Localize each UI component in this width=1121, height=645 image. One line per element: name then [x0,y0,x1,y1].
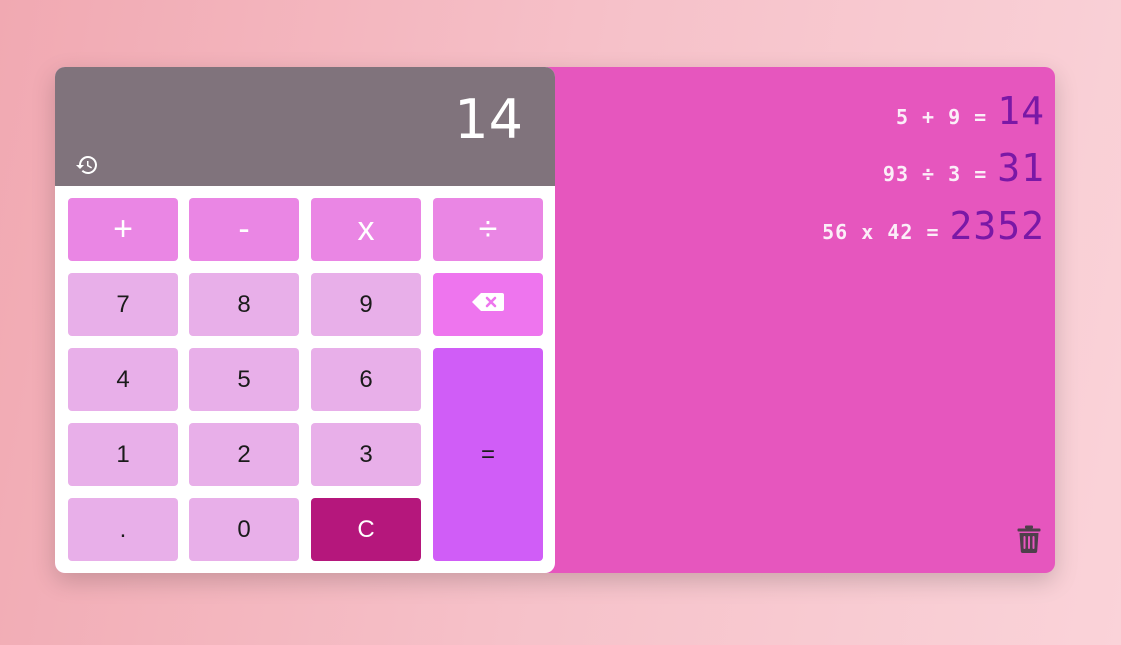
calculator-panel: 14 + - x ÷ 7 8 9 4 5 6 = 1 2 3 . 0 C [55,67,555,573]
digit-5-button[interactable]: 5 [189,348,299,411]
minus-button[interactable]: - [189,198,299,261]
history-panel: 5 + 9 = 14 93 ÷ 3 = 31 56 x 42 = 2352 [555,67,1055,573]
history-entry[interactable]: 5 + 9 = 14 [896,89,1045,133]
digit-8-button[interactable]: 8 [189,273,299,336]
display-value: 14 [454,88,523,151]
equals-button[interactable]: = [433,348,543,561]
trash-icon[interactable] [1017,525,1041,553]
digit-9-button[interactable]: 9 [311,273,421,336]
history-expression: 93 ÷ 3 = [882,162,988,186]
history-result: 14 [997,89,1045,133]
history-result: 31 [997,146,1045,190]
history-entry[interactable]: 93 ÷ 3 = 31 [883,146,1045,190]
digit-7-button[interactable]: 7 [68,273,178,336]
backspace-icon [471,291,505,319]
digit-3-button[interactable]: 3 [311,423,421,486]
decimal-button[interactable]: . [68,498,178,561]
history-result: 2352 [949,204,1045,248]
digit-4-button[interactable]: 4 [68,348,178,411]
digit-6-button[interactable]: 6 [311,348,421,411]
history-entry[interactable]: 56 x 42 = 2352 [822,204,1045,248]
digit-0-button[interactable]: 0 [189,498,299,561]
multiply-button[interactable]: x [311,198,421,261]
plus-button[interactable]: + [68,198,178,261]
clear-button[interactable]: C [311,498,421,561]
keypad: + - x ÷ 7 8 9 4 5 6 = 1 2 3 . 0 C [55,186,555,573]
divide-button[interactable]: ÷ [433,198,543,261]
digit-2-button[interactable]: 2 [189,423,299,486]
backspace-button[interactable] [433,273,543,336]
display: 14 [55,67,555,186]
history-icon[interactable] [75,153,99,177]
history-expression: 5 + 9 = [895,105,988,129]
calculator-app: 14 + - x ÷ 7 8 9 4 5 6 = 1 2 3 . 0 C 5 +… [55,67,1055,573]
history-expression: 56 x 42 = [822,220,940,244]
digit-1-button[interactable]: 1 [68,423,178,486]
